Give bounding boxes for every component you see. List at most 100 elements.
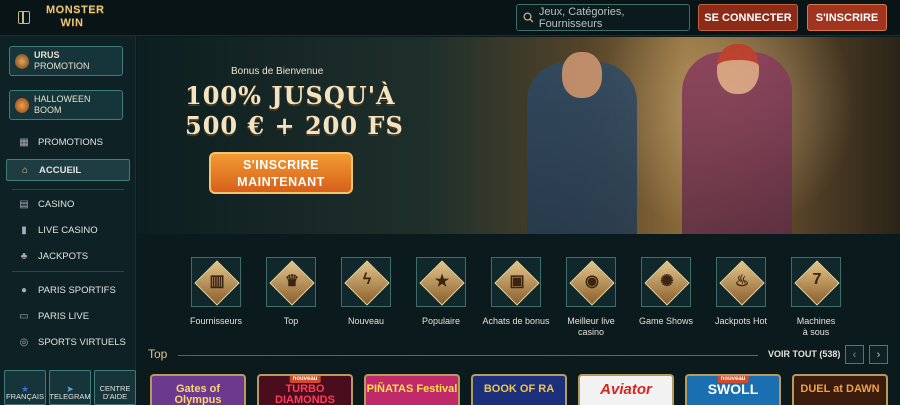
category-tile: ▥	[191, 257, 241, 307]
category-label: Nouveau	[347, 316, 385, 326]
crown-icon: ♛	[284, 273, 300, 290]
promo-title: HALLOWEEN	[34, 94, 91, 104]
game-card[interactable]: nouveau TURBO DIAMONDS	[257, 374, 353, 405]
card-icon: ▮	[21, 224, 27, 236]
game-title: PIÑATAS Festival	[366, 383, 458, 395]
telegram-label: TELEGRAM	[49, 392, 91, 401]
sidebar-promo-urus[interactable]: URUS PROMOTION	[9, 46, 123, 76]
hero-signup-button[interactable]: S'INSCRIRE MAINTENANT	[209, 152, 353, 194]
star-icon: ★	[434, 273, 450, 290]
game-title: TURBO DIAMONDS	[275, 383, 335, 405]
promo-label: URUS PROMOTION	[34, 50, 90, 72]
sidebar-item-jackpots[interactable]: ♣ JACKPOTS	[6, 245, 130, 267]
category-machines-a-sous[interactable]: 7 Machines à sous	[781, 250, 851, 338]
sidebar-item-label: PARIS SPORTIFS	[38, 284, 116, 296]
new-badge: nouveau	[717, 376, 749, 383]
search-placeholder: Jeux, Catégories, Fournisseurs	[538, 5, 625, 30]
logo-text-bottom: WIN	[60, 17, 84, 29]
character-head	[562, 52, 602, 98]
sidebar-item-paris-sportifs[interactable]: ● PARIS SPORTIFS	[6, 279, 130, 301]
promo-subtitle: BOOM	[34, 105, 62, 115]
sidebar-bottom-bar: ★ FRANÇAIS ➤ TELEGRAM CENTRE D'AIDE	[0, 370, 136, 405]
sidebar-promo-halloween[interactable]: HALLOWEEN BOOM	[9, 90, 123, 120]
game-card[interactable]: DUEL at DAWN	[792, 374, 888, 405]
category-tile: ✺	[641, 257, 691, 307]
category-tile: 7	[791, 257, 841, 307]
sidebar-item-label: ACCUEIL	[39, 164, 82, 176]
category-label: Populaire	[421, 316, 461, 326]
help-center-button[interactable]: CENTRE D'AIDE	[94, 370, 136, 405]
game-carousel: Gates of Olympus nouveau TURBO DIAMONDS P…	[146, 374, 900, 405]
logo[interactable]: MONSTER WIN	[46, 4, 104, 32]
game-card[interactable]: nouveau SWOLL	[685, 374, 781, 405]
promo-label: HALLOWEEN BOOM	[34, 94, 91, 116]
category-top[interactable]: ♛ Top	[256, 250, 326, 327]
category-tile: ▣	[491, 257, 541, 307]
category-game-shows[interactable]: ✺ Game Shows	[631, 250, 701, 327]
promo-subtitle: PROMOTION	[34, 61, 90, 71]
hero-title-line1: 100% JUSQU'À	[185, 81, 396, 110]
hero-banner[interactable]: Bonus de Bienvenue 100% JUSQU'À 500 € + …	[137, 37, 900, 234]
sidebar-item-label: PROMOTIONS	[38, 136, 103, 148]
language-label: FRANÇAIS	[6, 392, 44, 401]
clover-icon: ♣	[20, 250, 28, 262]
game-card[interactable]: PIÑATAS Festival	[364, 374, 460, 405]
search-icon	[523, 12, 534, 23]
game-title: BOOK OF RA	[483, 383, 555, 395]
top-header: MONSTER WIN Jeux, Catégories, Fournisseu…	[0, 0, 900, 36]
promo-pumpkin-icon	[15, 98, 29, 113]
sidebar-item-accueil[interactable]: ⌂ ACCUEIL	[6, 159, 130, 181]
sidebar-divider	[12, 271, 124, 272]
ball-icon: ●	[20, 284, 28, 296]
help-center-label: CENTRE D'AIDE	[99, 384, 131, 401]
category-populaire[interactable]: ★ Populaire	[406, 250, 476, 327]
category-fournisseurs[interactable]: ▥ Fournisseurs	[181, 250, 251, 327]
category-label: Meilleur live casino	[567, 316, 615, 337]
wheel-icon: ✺	[660, 273, 674, 290]
slot-icon: ▤	[19, 198, 29, 210]
sidebar-item-promotions[interactable]: ▦ PROMOTIONS	[6, 131, 130, 153]
cta-line2: MAINTENANT	[237, 175, 325, 189]
game-card[interactable]: BOOK OF RA	[471, 374, 567, 405]
sidebar-divider	[12, 189, 124, 190]
hero-tagline: Bonus de Bienvenue	[231, 66, 324, 77]
telegram-button[interactable]: ➤ TELEGRAM	[49, 370, 91, 405]
signup-button[interactable]: S'INSCRIRE	[807, 4, 887, 31]
virtual-icon: ◎	[19, 336, 29, 348]
category-tile: ★	[416, 257, 466, 307]
sidebar-item-sports-virtuels[interactable]: ◎ SPORTS VIRTUELS	[6, 331, 130, 353]
login-button[interactable]: SE CONNECTER	[698, 4, 798, 31]
carousel-next-button[interactable]: ›	[869, 345, 888, 364]
category-label: Fournisseurs	[189, 316, 243, 326]
game-title: SWOLL	[707, 381, 759, 397]
sidebar-item-paris-live[interactable]: ▭ PARIS LIVE	[6, 305, 130, 327]
search-input[interactable]: Jeux, Catégories, Fournisseurs	[516, 4, 690, 31]
live-icon: ▭	[19, 310, 29, 322]
sidebar: URUS PROMOTION HALLOWEEN BOOM ▦ PROMOTIO…	[0, 36, 136, 405]
sidebar-item-live-casino[interactable]: ▮ LIVE CASINO	[6, 219, 130, 241]
sidebar-item-label: SPORTS VIRTUELS	[38, 336, 126, 348]
category-nouveau[interactable]: ϟ Nouveau	[331, 250, 401, 327]
language-button[interactable]: ★ FRANÇAIS	[4, 370, 46, 405]
category-tile: ◉	[566, 257, 616, 307]
flame-icon: ♨	[734, 273, 750, 290]
game-card[interactable]: Gates of Olympus	[150, 374, 246, 405]
category-jackpots-hot[interactable]: ♨ Jackpots Hot	[706, 250, 776, 327]
sidebar-item-casino[interactable]: ▤ CASINO	[6, 193, 130, 215]
category-label: Jackpots Hot	[714, 316, 768, 326]
chip-icon: ◉	[585, 273, 599, 290]
promo-car-icon	[15, 54, 29, 69]
book-icon: ▥	[209, 273, 225, 290]
carousel-prev-button[interactable]: ‹	[845, 345, 864, 364]
sidebar-item-label: JACKPOTS	[38, 250, 89, 262]
category-live-casino[interactable]: ◉ Meilleur live casino	[556, 250, 626, 338]
sidebar-item-label: CASINO	[38, 198, 75, 210]
category-achats-bonus[interactable]: ▣ Achats de bonus	[481, 250, 551, 327]
section-divider	[178, 355, 758, 356]
home-icon: ⌂	[21, 164, 29, 176]
hero-character-man	[527, 52, 637, 234]
sidebar-toggle-icon[interactable]	[18, 11, 30, 24]
view-all-link[interactable]: VOIR TOUT (538)	[768, 349, 840, 359]
sidebar-item-label: PARIS LIVE	[38, 310, 90, 322]
game-card[interactable]: Aviator	[578, 374, 674, 405]
